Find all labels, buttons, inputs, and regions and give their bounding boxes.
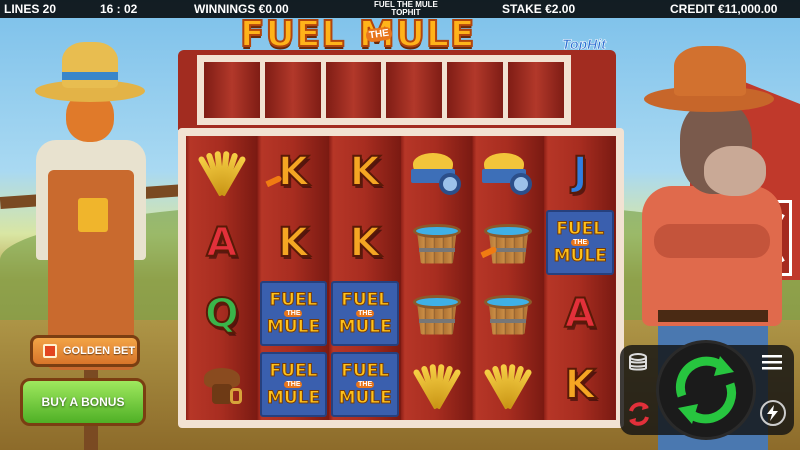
symbol-wheat (473, 349, 545, 420)
top-slot (447, 62, 504, 118)
fuel-word: FUEL (269, 290, 318, 311)
saddle-icon (198, 362, 246, 408)
the-word: THE (356, 381, 375, 388)
bucket-icon (484, 291, 533, 337)
the-word: THE (571, 239, 590, 246)
symbol-fuel-the-mule: FUEL THE MULE (329, 349, 401, 420)
wheat-icon (197, 149, 247, 196)
fuel-the-mule-logo: FUEL THE MULE (259, 352, 328, 417)
symbol-q: Q (186, 278, 258, 349)
symbol-a: A (544, 278, 616, 349)
fuel-word: FUEL (341, 290, 390, 311)
fuel-word: FUEL (341, 361, 390, 382)
credit-readout: CREDIT €11,000.00 (670, 2, 778, 16)
symbol-k: K (258, 207, 330, 278)
clock: 16 : 02 (100, 2, 138, 16)
logo-text: FUEL MULE (239, 13, 476, 56)
top-slot (386, 62, 443, 118)
lines-readout: LINES 20 (4, 2, 57, 16)
symbol-wheat (186, 136, 258, 207)
wheat-icon (412, 362, 462, 409)
spin-icon (675, 356, 737, 424)
symbol-letter: K (277, 148, 310, 195)
symbol-letter: A (205, 219, 238, 266)
symbol-hay-cart (473, 136, 545, 207)
mule-word: MULE (553, 246, 607, 267)
the-word: THE (284, 310, 303, 317)
symbol-letter: A (564, 290, 597, 337)
symbol-wheat (401, 349, 473, 420)
symbol-hay-cart (401, 136, 473, 207)
symbol-letter: K (277, 219, 310, 266)
fuel-word: FUEL (269, 361, 318, 382)
top-row-slots (197, 55, 571, 125)
symbol-saddle (186, 349, 258, 420)
bucket-icon (484, 220, 533, 266)
coin-stack-icon[interactable] (626, 350, 650, 374)
symbol-letter: K (564, 361, 597, 408)
symbol-bucket (401, 207, 473, 278)
symbol-j: J (544, 136, 616, 207)
symbol-fuel-the-mule: FUEL THE MULE (329, 278, 401, 349)
top-slot (264, 62, 321, 118)
hay-cart-icon (480, 149, 536, 195)
mule-word: MULE (266, 388, 321, 409)
menu-icon[interactable] (760, 352, 784, 372)
top-slot (325, 62, 382, 118)
bucket-icon (412, 291, 461, 337)
symbol-k: K (329, 207, 401, 278)
mule-word: MULE (338, 317, 392, 338)
symbol-bucket (473, 207, 545, 278)
symbol-k: K (258, 136, 330, 207)
fuel-the-mule-logo: FUEL THE MULE (546, 210, 614, 275)
symbol-bucket (473, 278, 545, 349)
symbol-letter: K (349, 219, 382, 266)
symbol-bucket (401, 278, 473, 349)
reel-grid: K K J A K K FUEL THE MULE Q FUEL THE MULE FUEL THE MULE… (186, 136, 616, 420)
top-slot (204, 62, 260, 118)
symbol-letter: Q (204, 290, 240, 337)
mule-word: MULE (266, 317, 321, 338)
autoplay-icon[interactable] (624, 400, 654, 428)
symbol-letter: J (572, 148, 589, 195)
buy-bonus-label: BUY A BONUS (41, 395, 125, 409)
golden-bet-label: GOLDEN BET (63, 345, 136, 357)
top-slot (508, 62, 564, 118)
fuel-the-mule-logo: FUEL THE MULE (331, 281, 399, 346)
fuel-the-mule-logo: FUEL THE MULE (259, 281, 328, 346)
fuel-word: FUEL (556, 219, 605, 240)
symbol-fuel-the-mule: FUEL THE MULE (544, 207, 616, 278)
the-word: THE (284, 381, 303, 388)
symbol-k: K (544, 349, 616, 420)
mule-word: MULE (338, 388, 392, 409)
symbol-fuel-the-mule: FUEL THE MULE (258, 278, 330, 349)
hay-cart-icon (409, 149, 465, 195)
symbol-fuel-the-mule: FUEL THE MULE (258, 349, 330, 420)
wheat-icon (483, 362, 534, 409)
lightning-icon[interactable] (760, 400, 786, 426)
fuel-the-mule-logo: FUEL THE MULE (331, 352, 399, 417)
golden-bet-checkbox[interactable] (43, 344, 57, 358)
buy-bonus-button[interactable]: BUY A BONUS (20, 378, 146, 426)
symbol-a: A (186, 207, 258, 278)
symbol-letter: K (349, 148, 382, 195)
the-word: THE (356, 310, 375, 317)
golden-bet-button[interactable]: GOLDEN BET (30, 335, 140, 367)
symbol-k: K (329, 136, 401, 207)
spin-button[interactable] (656, 340, 756, 440)
bucket-icon (412, 220, 461, 266)
